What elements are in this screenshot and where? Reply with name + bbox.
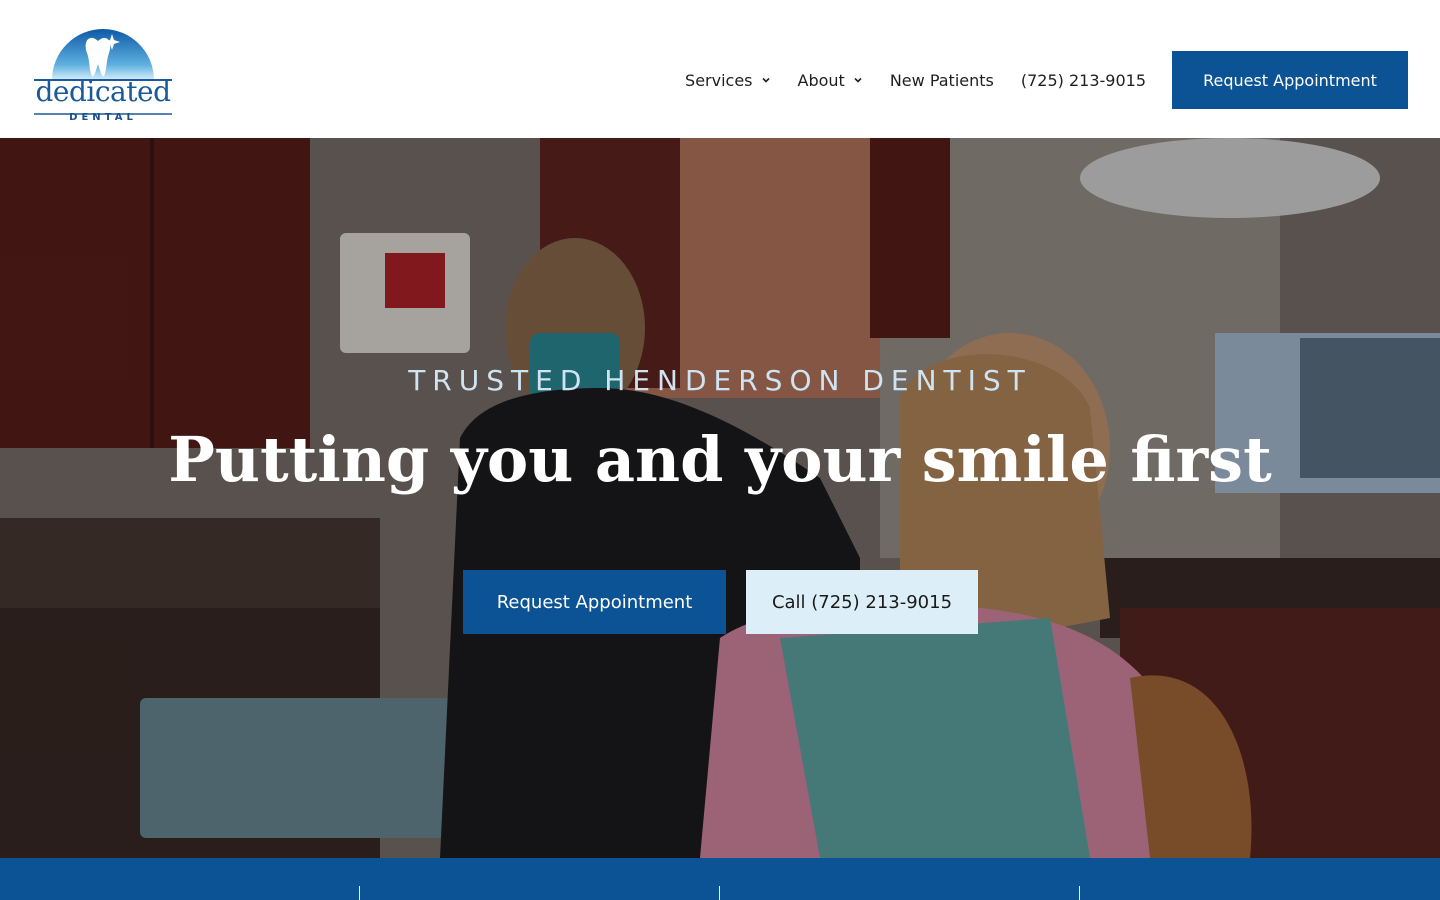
nav-item-label: About [797, 70, 845, 90]
hero-request-appointment-button[interactable]: Request Appointment [463, 570, 726, 634]
nav-item-new-patients[interactable]: New Patients [890, 71, 994, 90]
strip-divider [1079, 886, 1080, 900]
nav-item-label: Services [685, 70, 753, 90]
nav-item-label: (725) 213-9015 [1020, 70, 1146, 90]
strip-divider [359, 886, 360, 900]
site-header: dedicated DENTAL Services About New Pati… [0, 0, 1440, 138]
hero-title: Putting you and your smile first [168, 423, 1272, 496]
logo-wordmark: dedicated [35, 75, 172, 108]
strip-divider [719, 886, 720, 900]
nav-item-label: New Patients [889, 70, 994, 90]
hero-eyebrow: TRUSTED HENDERSON DENTIST [408, 364, 1032, 397]
hero-call-button[interactable]: Call (725) 213-9015 [746, 570, 978, 634]
chevron-down-icon [761, 77, 770, 83]
nav-item-phone[interactable]: (725) 213-9015 [1021, 71, 1146, 90]
chevron-down-icon [854, 77, 862, 83]
header-request-appointment-button[interactable]: Request Appointment [1172, 51, 1408, 109]
tooth-logo-icon [34, 29, 172, 115]
info-strip [0, 858, 1440, 900]
nav-item-about[interactable]: About [798, 71, 863, 90]
main-nav: Services About New Patients (725) 213-90… [658, 69, 1146, 91]
nav-item-services[interactable]: Services [685, 71, 770, 90]
site-logo[interactable]: dedicated DENTAL [34, 18, 172, 126]
hero-section: TRUSTED HENDERSON DENTIST Putting you an… [0, 138, 1440, 858]
logo-tagline: DENTAL [69, 112, 137, 123]
hero-overlay [0, 138, 1440, 858]
